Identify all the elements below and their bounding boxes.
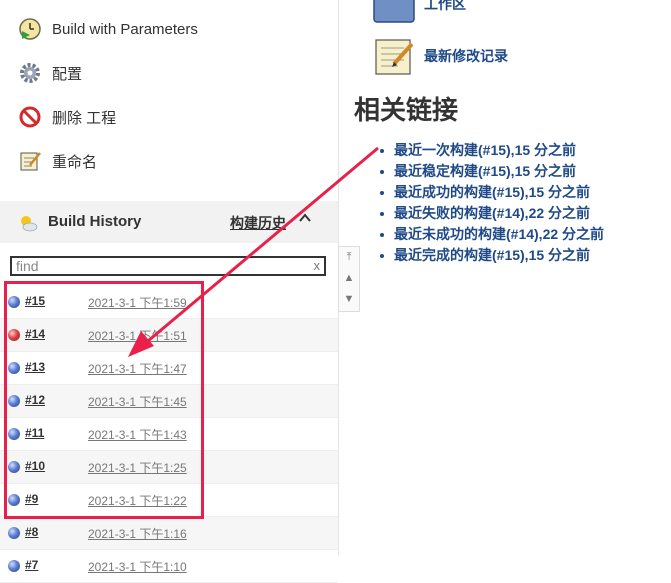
related-link[interactable]: 最近稳定构建(#15),15 分之前 [380, 161, 604, 182]
related-link[interactable]: 最近一次构建(#15),15 分之前 [380, 140, 604, 161]
build-history-header: Build History 构建历史 [0, 201, 338, 243]
clock-play-icon [19, 18, 41, 40]
changes-link[interactable]: 最新修改记录 [372, 34, 508, 78]
gear-icon [20, 63, 40, 83]
highlight-box [4, 281, 204, 519]
build-date-link[interactable]: 2021-3-1 下午1:10 [88, 558, 187, 575]
build-trend-link[interactable]: 构建历史 [230, 213, 286, 233]
related-links-title: 相关链接 [354, 95, 459, 125]
scroll-up-icon[interactable]: ▲ [339, 268, 359, 289]
scroll-down-icon[interactable]: ▼ [339, 289, 359, 310]
build-filter: x [10, 256, 326, 276]
notepad-pencil-icon [375, 39, 414, 75]
build-number-link[interactable]: #8 [25, 525, 38, 539]
build-date-link[interactable]: 2021-3-1 下午1:16 [88, 525, 187, 542]
build-number-link[interactable]: #7 [25, 558, 38, 572]
scroll-widget: ⤒ ▲ ▼ [338, 246, 360, 312]
task-rename[interactable]: 重命名 [18, 146, 97, 176]
task-delete-project[interactable]: 删除 工程 [18, 102, 116, 132]
status-ball-icon [8, 560, 20, 572]
related-link[interactable]: 最近完成的构建(#15),15 分之前 [380, 245, 604, 266]
side-panel: Build with Parameters 配置 删除 工程 重命名 Build… [0, 0, 339, 583]
build-row: #8 2021-3-1 下午1:16 [0, 517, 338, 550]
related-links-list: 最近一次构建(#15),15 分之前 最近稳定构建(#15),15 分之前 最近… [380, 140, 604, 266]
workspace-label: 工作区 [424, 0, 466, 12]
no-entry-icon [19, 106, 41, 128]
chevron-up-icon[interactable] [298, 211, 312, 230]
task-label: Build with Parameters [52, 20, 198, 38]
task-label: 删除 工程 [52, 109, 117, 127]
changes-label: 最新修改记录 [424, 48, 508, 64]
build-filter-input[interactable] [12, 258, 310, 274]
build-history-title: Build History [48, 213, 142, 230]
task-build-with-parameters[interactable]: Build with Parameters [18, 14, 198, 44]
scroll-top-icon[interactable]: ⤒ [339, 247, 359, 268]
folder-icon [373, 0, 415, 23]
task-configure[interactable]: 配置 [18, 58, 82, 88]
related-link[interactable]: 最近失败的构建(#14),22 分之前 [380, 203, 604, 224]
weather-sun-cloud-icon [21, 216, 38, 232]
clear-filter-button[interactable]: x [314, 258, 321, 273]
notepad-icon [20, 152, 41, 171]
workspace-link[interactable]: 工作区 [372, 0, 466, 26]
task-label: 配置 [52, 65, 83, 83]
related-link[interactable]: 最近成功的构建(#15),15 分之前 [380, 182, 604, 203]
status-ball-icon [8, 527, 20, 539]
task-label: 重命名 [52, 153, 98, 171]
related-link[interactable]: 最近未成功的构建(#14),22 分之前 [380, 224, 604, 245]
